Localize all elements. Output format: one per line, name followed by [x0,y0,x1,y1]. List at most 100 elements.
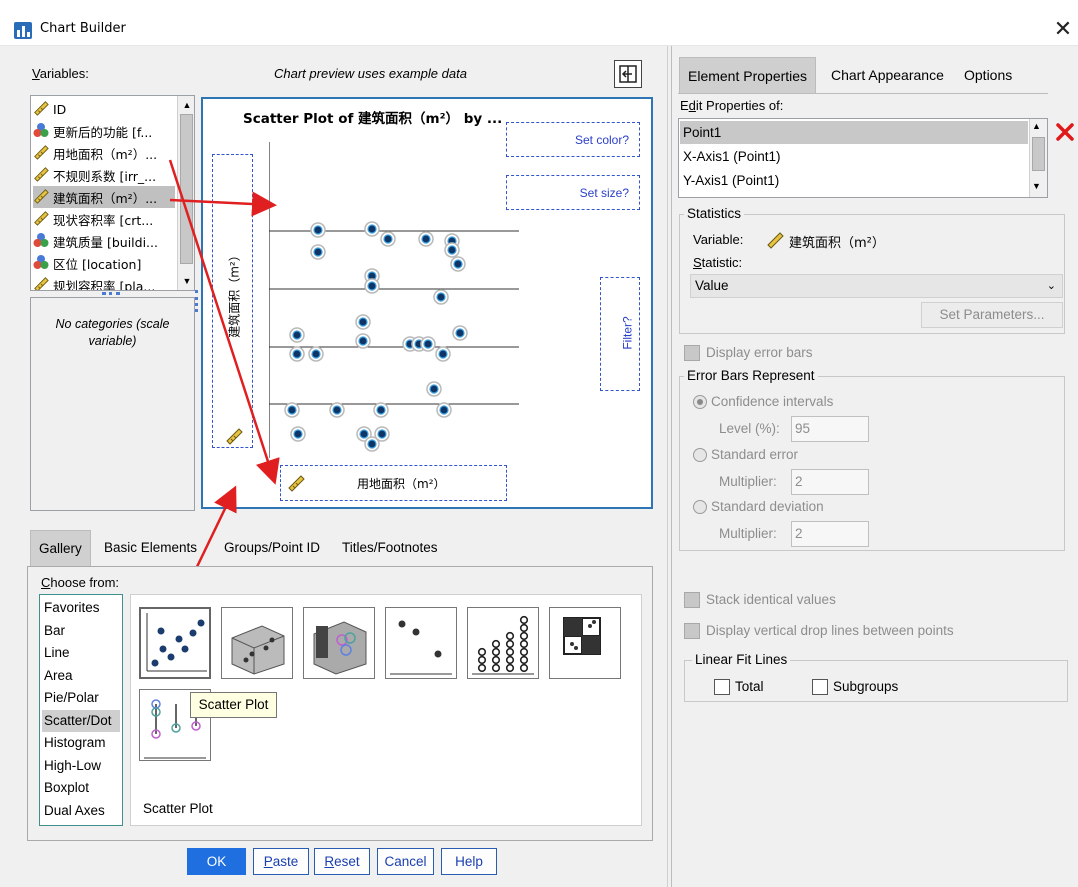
variable-item[interactable]: 更新后的功能 [f... [33,120,175,142]
preview-point [383,234,393,244]
chart-type-item[interactable]: Bar [44,620,65,642]
splitter-handle[interactable] [102,292,120,296]
scroll-down-icon[interactable]: ▼ [181,274,193,288]
variable-item[interactable]: ID [33,98,175,120]
statistic-select[interactable]: Value ⌄ [690,274,1063,298]
set-size-dropzone[interactable]: Set size? [506,175,640,210]
preview-point [292,330,302,340]
edit-properties-item[interactable]: X-Axis1 (Point1) [680,145,1028,168]
stacked-dot [477,663,487,673]
statistic-label: Statistic: [693,255,743,270]
3d-scatter-thumb[interactable] [221,607,293,679]
variable-item[interactable]: 现状容积率 [crt... [33,208,175,230]
standard-deviation-radio[interactable] [693,500,707,514]
stacked-dot-plot-thumb[interactable] [467,607,539,679]
tab-element-properties[interactable]: Element Properties [679,57,817,93]
delete-element-icon[interactable] [1054,121,1076,143]
variable-item[interactable]: 不规则系数 [irr_... [33,164,175,186]
chart-type-item[interactable]: Boxplot [44,777,89,799]
variables-label-rest: ariables: [39,66,89,81]
edit-scroll-down-icon[interactable]: ▼ [1032,181,1041,191]
preview-options-icon[interactable] [614,60,642,88]
chart-builder-app-icon [14,22,32,39]
display-error-bars-checkbox[interactable] [684,345,700,361]
chart-type-item[interactable]: Dual Axes [44,800,105,822]
close-icon[interactable]: ✕ [1048,16,1078,42]
preview-point [453,259,463,269]
nominal-balls-icon [33,122,49,141]
chart-type-item[interactable]: Area [44,665,73,687]
chart-type-item[interactable]: Scatter/Dot [42,709,120,732]
y-axis-dropzone[interactable]: 建筑面积（m²） [212,154,253,448]
filter-dropzone[interactable]: Filter? [600,277,640,391]
display-error-bars-label: Display error bars [706,345,813,360]
grouped-3d-scatter-thumb[interactable] [303,607,375,679]
gallery-tab[interactable]: Titles/Footnotes [334,530,446,566]
simple-dot-plot-thumb[interactable] [385,607,457,679]
level-field[interactable]: 95 [791,416,869,442]
set-color-dropzone[interactable]: Set color? [506,122,640,157]
drop-lines-label: Display vertical drop lines between poin… [706,623,954,638]
standard-error-radio[interactable] [693,448,707,462]
chart-preview-canvas[interactable]: Scatter Plot of 建筑面积（m²） by ... Set colo… [201,97,653,509]
chart-type-item[interactable]: Favorites [44,597,100,619]
edit-properties-item[interactable]: Point1 [680,121,1028,144]
set-parameters-button[interactable]: Set Parameters... [921,302,1063,328]
chevron-down-icon: ⌄ [1046,280,1056,292]
reset-button[interactable]: Reset [314,848,370,875]
edit-scroll-up-icon[interactable]: ▲ [1032,121,1041,131]
statistic-value: Value [695,278,729,293]
help-button[interactable]: Help [441,848,497,875]
edit-scroll-thumb[interactable] [1032,137,1045,171]
chart-type-item[interactable]: Line [44,642,70,664]
scatterplot-matrix-thumb[interactable] [549,607,621,679]
scatter-preview-plot [269,142,519,458]
sd-multiplier-field[interactable]: 2 [791,521,869,547]
variable-label: Variable: [693,232,744,247]
ok-button[interactable]: OK [187,848,246,875]
chart-type-item[interactable]: Pie/Polar [44,687,99,709]
nominal-balls-icon [33,232,49,251]
scroll-thumb[interactable] [180,114,193,264]
filter-label: Filter? [620,316,635,350]
tab-chart-appearance[interactable]: Chart Appearance [823,57,952,93]
variable-item[interactable]: 区位 [location] [33,252,175,274]
stacked-dot [491,655,501,665]
gallery-tab[interactable]: Gallery [30,530,91,566]
paste-button[interactable]: Paste [253,848,309,875]
variables-list[interactable]: ▲ ▼ ID 更新后的功能 [f... 用地面积（m²）... 不规则系数 [irr_… [30,95,195,291]
edit-properties-item[interactable]: Y-Axis1 (Point1) [680,169,1028,192]
splitter-handle-vertical[interactable] [195,290,199,312]
edit-properties-list[interactable]: ▲ ▼ Point1 X-Axis1 (Point1) Y-Axis1 (Point… [678,118,1048,198]
gallery-tab[interactable]: Basic Elements [96,530,205,566]
chart-type-item[interactable]: Histogram [44,732,106,754]
choose-from-label: Choose from: [41,575,120,590]
preview-point [313,247,323,257]
subgroups-fit-checkbox[interactable] [812,679,828,695]
drop-lines-checkbox[interactable] [684,623,700,639]
variable-item[interactable]: 规划容积率 [pla... [33,274,175,290]
cancel-button[interactable]: Cancel [377,848,434,875]
tab-options[interactable]: Options [956,57,1020,93]
categories-box: No categories (scale variable) [30,297,195,511]
preview-point [292,349,302,359]
stacked-dot [519,631,529,641]
se-multiplier-field[interactable]: 2 [791,469,869,495]
variable-item[interactable]: 用地面积（m²）... [33,142,175,164]
x-axis-dropzone[interactable]: 用地面积（m²） [280,465,507,501]
chart-type-list[interactable]: Favorites Bar Line Area Pie/Polar Scatter/Dot… [39,594,123,826]
confidence-intervals-radio[interactable] [693,395,707,409]
scroll-up-icon[interactable]: ▲ [181,98,193,112]
stack-identical-checkbox[interactable] [684,592,700,608]
gallery-tab[interactable]: Groups/Point ID [216,530,328,566]
stacked-dot [519,623,529,633]
preview-point [287,405,297,415]
simple-scatter-thumb[interactable] [139,607,211,679]
total-fit-checkbox[interactable] [714,679,730,695]
variable-item[interactable]: 建筑质量 [buildi... [33,230,175,252]
edit-list-scrollbar[interactable]: ▲ ▼ [1029,119,1047,197]
chart-type-item[interactable]: High-Low [44,755,101,777]
variables-scrollbar[interactable]: ▲ ▼ [177,96,194,290]
variable-item[interactable]: 建筑面积（m²）... [33,186,175,208]
preview-point [421,234,431,244]
